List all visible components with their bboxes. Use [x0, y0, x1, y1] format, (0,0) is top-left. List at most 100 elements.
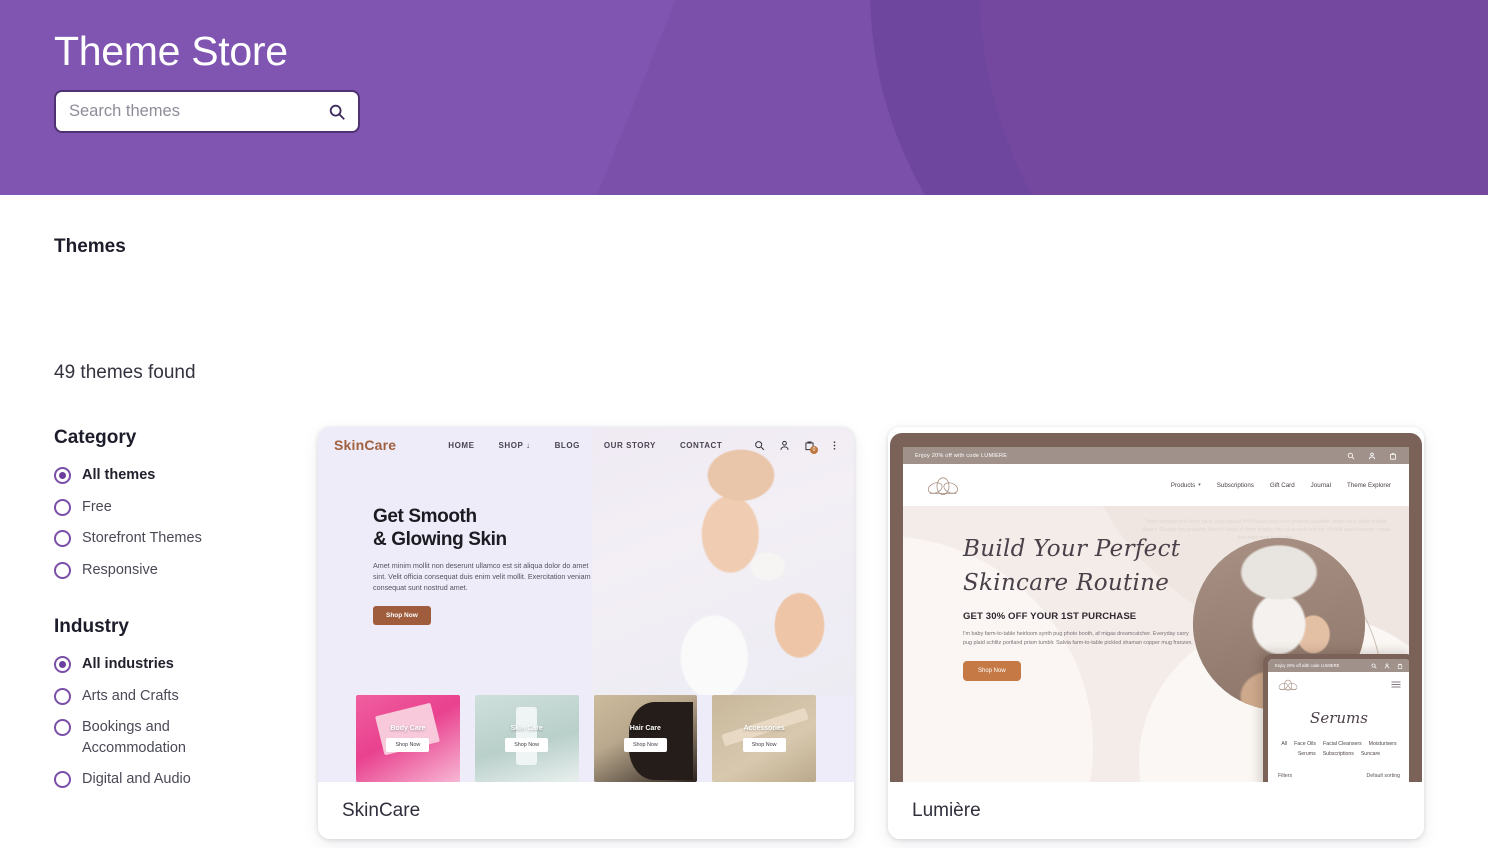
search-input[interactable]: [69, 102, 328, 121]
filter-title-category: Category: [54, 427, 137, 448]
category-tile-accessories: Accessories Shop Now: [712, 695, 816, 782]
promo-text: Enjoy 20% off with code LUMIERE: [915, 452, 1008, 459]
preview-top-icons: [1347, 452, 1397, 460]
radio-icon[interactable]: [54, 467, 71, 484]
radio-icon[interactable]: [54, 719, 71, 736]
phone-tab-subscriptions: Subscriptions: [1322, 751, 1354, 757]
phone-promo-text: Enjoy 20% off with code LUMIERE: [1275, 663, 1340, 668]
phone-filter-row: Filters Default sorting: [1268, 773, 1409, 782]
preview-phone-mockup: Enjoy 20% off with code LUMIERE Serums A…: [1263, 654, 1409, 782]
page-content: Themes 49 themes found Category All them…: [0, 195, 1488, 839]
preview-hero-copy: Build Your Perfect Skincare Routine GET …: [963, 532, 1198, 681]
radio-icon[interactable]: [54, 656, 71, 673]
results-count: 49 themes found: [54, 362, 196, 383]
preview-category-tiles: Body Care Shop Now Skin Care Shop Now Ha…: [318, 695, 854, 782]
filter-option-responsive[interactable]: Responsive: [54, 560, 264, 581]
category-tile-body-care: Body Care Shop Now: [356, 695, 460, 782]
nav-link-products: Products: [1170, 481, 1196, 489]
theme-grid: SkinCare HOME SHOP ↓ BLOG OUR STORY CONT…: [264, 427, 1424, 839]
preview-body-text: Amet minim mollit non deserunt ullamco e…: [373, 561, 591, 592]
filter-option-bookings-and-accommodation[interactable]: Bookings and Accommodation: [54, 717, 264, 758]
preview-headline-line2: Skincare Routine: [963, 570, 1170, 596]
filter-option-label: Digital and Audio: [82, 771, 191, 787]
filter-option-all-themes[interactable]: All themes: [54, 465, 264, 486]
preview-nav-links: HOME SHOP ↓ BLOG OUR STORY CONTACT: [448, 441, 722, 450]
preview-hero-photo: [592, 427, 854, 695]
nav-link-our-story: OUR STORY: [603, 440, 656, 450]
user-icon: [780, 440, 789, 450]
preview-nav-links: Products ▾ Subscriptions Gift Card Journ…: [1171, 482, 1391, 489]
filter-group-industry: Industry All industries Arts and Crafts …: [54, 616, 264, 790]
radio-icon[interactable]: [54, 687, 71, 705]
filter-option-free[interactable]: Free: [54, 497, 264, 518]
filter-option-label: Bookings and Accommodation: [82, 719, 186, 756]
cart-icon: [1390, 452, 1396, 460]
tile-label: Hair Care: [629, 725, 661, 732]
radio-icon[interactable]: [54, 771, 71, 788]
phone-tab-all: All: [1281, 741, 1288, 747]
preview-headline-line1: Get Smooth: [373, 506, 477, 527]
filter-option-storefront-themes[interactable]: Storefront Themes: [54, 528, 264, 549]
category-tile-skin-care: Skin Care Shop Now: [474, 695, 579, 782]
phone-tab-serums: Serums: [1297, 751, 1316, 757]
radio-icon[interactable]: [54, 498, 71, 516]
preview-promo-bar: Enjoy 20% off with code LUMIERE: [903, 447, 1409, 464]
search-icon: [755, 440, 765, 450]
theme-name: Lumière: [912, 799, 981, 821]
nav-link-gift-card: Gift Card: [1269, 481, 1295, 489]
preview-nav-icons: 0: [754, 440, 840, 454]
store-header: Theme Store: [0, 0, 1488, 195]
theme-name: SkinCare: [342, 799, 421, 821]
preview-cta-button: Shop Now: [963, 661, 1021, 681]
filter-option-label: Storefront Themes: [82, 530, 202, 546]
tile-label: Skin Care: [510, 725, 543, 732]
section-title: Themes: [54, 236, 126, 257]
phone-tab-suncare: Suncare: [1360, 751, 1381, 757]
theme-card-skincare[interactable]: SkinCare HOME SHOP ↓ BLOG OUR STORY CONT…: [318, 427, 854, 839]
preview-navbar: SkinCare HOME SHOP ↓ BLOG OUR STORY CONT…: [318, 427, 854, 463]
preview-browser-frame: Enjoy 20% off with code LUMIERE Products…: [890, 433, 1422, 782]
phone-tab-face-oils: Face Oils: [1294, 741, 1317, 747]
filter-option-digital-and-audio[interactable]: Digital and Audio: [54, 769, 264, 790]
filter-option-arts-and-crafts[interactable]: Arts and Crafts: [54, 686, 264, 707]
search-box[interactable]: [54, 90, 360, 133]
nav-link-home: HOME: [448, 440, 475, 450]
cart-icon: [1397, 663, 1403, 669]
preview-hero-copy: Get Smooth & Glowing Skin Amet minim mol…: [373, 505, 603, 625]
search-icon: [1371, 663, 1377, 669]
nav-link-subscriptions: Subscriptions: [1216, 481, 1254, 489]
radio-icon[interactable]: [54, 561, 71, 579]
tile-button: Shop Now: [623, 738, 667, 752]
theme-card-lumiere[interactable]: Enjoy 20% off with code LUMIERE Products…: [888, 427, 1424, 839]
filter-title-industry: Industry: [54, 616, 129, 637]
tile-button: Shop Now: [742, 738, 786, 752]
lotus-icon: [927, 477, 959, 495]
nav-link-shop: SHOP ↓: [498, 440, 531, 450]
kebab-menu-icon: [833, 440, 836, 450]
tile-label: Body Care: [390, 725, 426, 732]
preview-logo: SkinCare: [334, 437, 397, 453]
cart-badge: 0: [810, 445, 818, 454]
search-icon[interactable]: [328, 103, 346, 121]
theme-preview-lumiere: Enjoy 20% off with code LUMIERE Products…: [888, 427, 1424, 782]
lotus-icon: [1278, 679, 1298, 691]
filter-option-label: Responsive: [82, 561, 158, 578]
nav-link-journal: Journal: [1310, 481, 1331, 489]
search-icon: [1347, 452, 1355, 459]
hamburger-menu-icon: [1391, 681, 1401, 688]
phone-sort-label: Default sorting: [1366, 773, 1400, 779]
tile-label: Accessories: [743, 725, 785, 732]
preview-headline-line2: & Glowing Skin: [373, 529, 507, 550]
filter-option-label: All industries: [82, 656, 174, 672]
filter-option-label: All themes: [82, 467, 156, 483]
radio-icon[interactable]: [54, 530, 71, 547]
phone-category-tabs: All Face Oils Facial Cleansers Moisturis…: [1268, 741, 1409, 757]
phone-promo-bar: Enjoy 20% off with code LUMIERE: [1268, 659, 1409, 672]
nav-link-blog: BLOG: [554, 440, 580, 450]
preview-hero-section: Twee hexagon itch fanny pack, knausgaard…: [903, 506, 1409, 782]
preview-cta-button: Shop Now: [373, 606, 431, 625]
filter-option-all-industries[interactable]: All industries: [54, 654, 264, 675]
filter-option-label: Arts and Crafts: [82, 687, 179, 704]
user-icon: [1384, 662, 1390, 668]
phone-tab-moisturisers: Moisturisers: [1368, 741, 1397, 747]
